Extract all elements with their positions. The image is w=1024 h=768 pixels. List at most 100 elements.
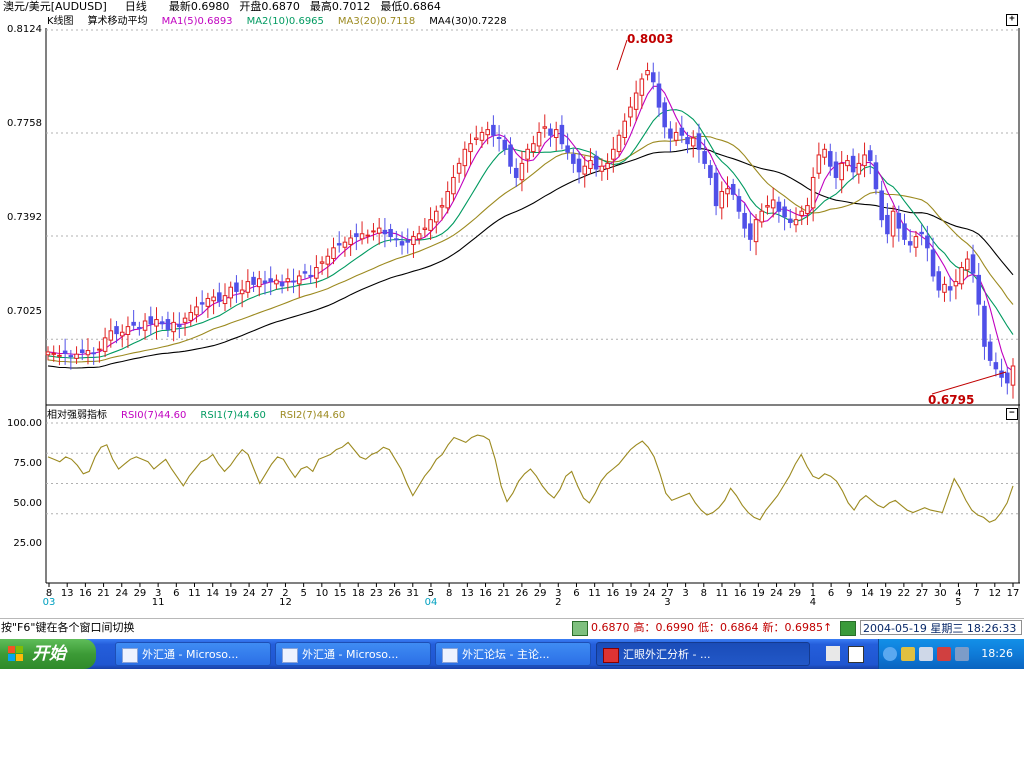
candle-up	[319, 261, 325, 264]
candle-down	[291, 280, 296, 283]
candle-down	[382, 229, 388, 235]
taskbar-button-label: 外汇通 - Microso...	[142, 648, 239, 661]
candle-down	[199, 302, 205, 305]
candle-up	[359, 233, 365, 240]
candle-down	[702, 151, 707, 164]
candle-up	[325, 255, 331, 265]
start-button[interactable]: 开始	[0, 639, 96, 669]
candle-down	[713, 172, 719, 207]
candle-down	[873, 162, 879, 190]
candle-down	[496, 137, 502, 140]
candle-up	[622, 120, 627, 139]
chart-canvas[interactable]: 0.8003 0.6795 8 13 16 21 24 29 3 6 11 14 19 24 27 2 5 1…	[0, 0, 1024, 618]
tray-security-icon[interactable]	[955, 647, 969, 661]
ie-window-icon	[282, 648, 298, 663]
candle-up	[616, 134, 622, 153]
candle-up	[194, 306, 199, 316]
tray-volume-icon[interactable]	[937, 647, 951, 661]
calculator-icon[interactable]	[572, 621, 588, 636]
candle-down	[748, 223, 753, 240]
date-tick-label: 8	[701, 588, 707, 599]
clock[interactable]: 18:26	[981, 639, 1013, 669]
candle-down	[679, 127, 685, 136]
date-tick-label: 19	[225, 588, 238, 599]
month-label: 03	[43, 597, 56, 608]
chart-frame	[45, 28, 1020, 584]
candle-up	[673, 131, 679, 141]
date-tick-label: 11	[188, 588, 201, 599]
candle-down	[668, 128, 673, 139]
candle-up	[805, 205, 810, 214]
taskbar-window-button-active[interactable]: 汇眼外汇分析 - ...	[596, 642, 810, 666]
month-label: 3	[664, 597, 670, 608]
candle-down	[885, 214, 890, 235]
date-tick-label: 19	[752, 588, 765, 599]
live-quote: 0.6870 高：0.6990 低：0.6864 新：0.6985↑	[591, 620, 836, 635]
candle-down	[593, 155, 599, 170]
candle-down	[217, 292, 222, 302]
candle-up	[890, 210, 896, 237]
candle-down	[650, 72, 656, 83]
date-tick-label: 19	[625, 588, 638, 599]
candle-down	[879, 190, 884, 221]
candle-up	[439, 205, 445, 208]
ma4-line	[47, 147, 1014, 369]
date-axis: 8 13 16 21 24 29 3 6 11 14 19 24 27 2 5 10 15 18 23 26 31 5 8 1…	[43, 583, 1019, 608]
candle-up	[913, 236, 919, 248]
date-tick-label: 24	[115, 588, 128, 599]
taskbar-window-button[interactable]: 外汇通 - Microso...	[115, 642, 271, 666]
date-tick-label: 30	[934, 588, 947, 599]
candle-up	[211, 296, 216, 302]
taskbar-window-button[interactable]: 外汇通 - Microso...	[275, 642, 431, 666]
candle-down	[131, 321, 136, 326]
candle-up	[445, 191, 450, 209]
date-tick-label: 13	[61, 588, 74, 599]
candle-up	[376, 227, 382, 234]
date-tick-label: 15	[334, 588, 347, 599]
candle-down	[559, 124, 565, 145]
date-tick-label: 27	[261, 588, 274, 599]
candle-down	[165, 319, 171, 330]
ma4-path	[47, 147, 1014, 369]
month-label: 11	[152, 597, 165, 608]
candle-up	[942, 283, 947, 293]
peak-leader-line	[616, 39, 628, 71]
candle-up	[365, 234, 371, 237]
candle-up	[296, 275, 302, 285]
month-label: 4	[810, 597, 816, 608]
tray-app-icon[interactable]	[901, 647, 915, 661]
candle-down	[936, 271, 942, 291]
ma3-line	[47, 135, 1014, 363]
candle-up	[342, 241, 348, 248]
month-label: 5	[955, 597, 961, 608]
candle-down	[336, 243, 342, 246]
candle-up	[799, 210, 804, 216]
candle-up	[119, 331, 125, 337]
ie-window-icon	[122, 648, 138, 663]
candle-down	[1005, 372, 1010, 384]
candle-up	[525, 148, 530, 160]
candle-down	[251, 276, 256, 285]
tray-collapse-icon[interactable]	[883, 647, 897, 661]
date-tick-label: 24	[643, 588, 656, 599]
date-tick-label: 10	[315, 588, 328, 599]
date-tick-label: 5	[300, 588, 306, 599]
taskbar-button-label: 外汇论坛 - 主论...	[462, 648, 550, 661]
candle-down	[137, 326, 142, 329]
candle-up	[451, 176, 456, 195]
keyboard-icon[interactable]	[826, 646, 840, 661]
candlesticks	[45, 62, 1016, 399]
candle-up	[770, 199, 776, 209]
candle-down	[399, 241, 405, 246]
date-tick-label: 6	[573, 588, 579, 599]
candle-down	[850, 155, 856, 173]
help-question-icon[interactable]	[848, 646, 864, 663]
tray-network-icon[interactable]	[919, 647, 933, 661]
date-tick-label: 22	[898, 588, 911, 599]
candle-up	[519, 162, 525, 181]
help-icon[interactable]	[840, 621, 856, 636]
taskbar-window-button[interactable]: 外汇论坛 - 主论...	[435, 642, 591, 666]
candle-down	[708, 165, 713, 178]
candle-up	[639, 78, 645, 96]
candle-down	[902, 223, 907, 240]
